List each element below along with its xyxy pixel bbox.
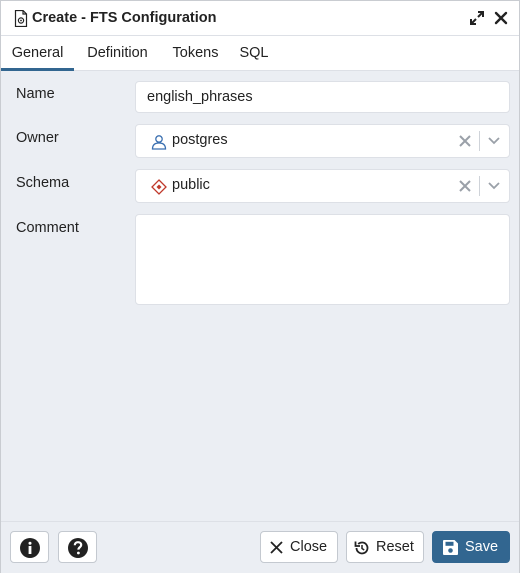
tab-tokens-label: Tokens bbox=[172, 45, 219, 61]
create-fts-configuration-dialog: Create - FTS Configuration General Defin… bbox=[0, 0, 520, 573]
general-tab-panel: Name english_phrases Owner postgres Sche… bbox=[1, 72, 519, 521]
expand-icon[interactable] bbox=[468, 9, 486, 27]
user-icon bbox=[151, 135, 167, 150]
owner-select-value: postgres bbox=[172, 132, 228, 148]
owner-select[interactable]: postgres bbox=[135, 124, 510, 158]
tab-bar: General Definition Tokens SQL bbox=[1, 36, 519, 71]
chevron-down-icon[interactable] bbox=[487, 135, 501, 147]
save-button-label: Save bbox=[465, 539, 499, 555]
owner-label: Owner bbox=[16, 130, 59, 146]
reset-button[interactable]: Reset bbox=[346, 531, 424, 563]
schema-select-separator bbox=[479, 176, 480, 196]
close-button-label: Close bbox=[290, 539, 328, 555]
schema-diamond-icon bbox=[151, 179, 167, 195]
help-icon bbox=[68, 538, 88, 558]
schema-select[interactable]: public bbox=[135, 169, 510, 203]
comment-label: Comment bbox=[16, 220, 79, 236]
info-button[interactable] bbox=[10, 531, 49, 563]
close-x-icon bbox=[270, 541, 283, 554]
name-label: Name bbox=[16, 86, 55, 102]
schema-clear-icon[interactable] bbox=[458, 179, 472, 193]
info-icon bbox=[20, 538, 40, 558]
help-button[interactable] bbox=[58, 531, 97, 563]
name-input[interactable]: english_phrases bbox=[135, 81, 510, 113]
dialog-title: Create - FTS Configuration bbox=[32, 10, 217, 26]
owner-clear-icon[interactable] bbox=[458, 134, 472, 148]
dialog-titlebar[interactable]: Create - FTS Configuration bbox=[1, 1, 519, 36]
tab-tokens[interactable]: Tokens bbox=[164, 36, 227, 71]
tab-general-label: General bbox=[11, 45, 64, 61]
schema-select-value: public bbox=[172, 177, 210, 193]
reset-icon bbox=[354, 541, 369, 555]
comment-textarea[interactable] bbox=[135, 214, 510, 305]
dialog-footer: Close Reset Save bbox=[1, 521, 519, 573]
tab-definition[interactable]: Definition bbox=[79, 36, 156, 71]
close-icon[interactable] bbox=[492, 9, 510, 27]
chevron-down-icon[interactable] bbox=[487, 180, 501, 192]
tab-sql-label: SQL bbox=[239, 45, 269, 61]
owner-select-separator bbox=[479, 131, 480, 151]
save-button[interactable]: Save bbox=[432, 531, 510, 563]
tab-definition-label: Definition bbox=[87, 45, 148, 61]
document-gear-icon bbox=[14, 10, 28, 27]
name-input-value: english_phrases bbox=[147, 89, 253, 105]
reset-button-label: Reset bbox=[376, 539, 414, 555]
schema-label: Schema bbox=[16, 175, 70, 191]
close-button[interactable]: Close bbox=[260, 531, 338, 563]
save-icon bbox=[443, 540, 458, 555]
tab-general[interactable]: General bbox=[1, 36, 74, 71]
tab-sql[interactable]: SQL bbox=[234, 36, 274, 71]
